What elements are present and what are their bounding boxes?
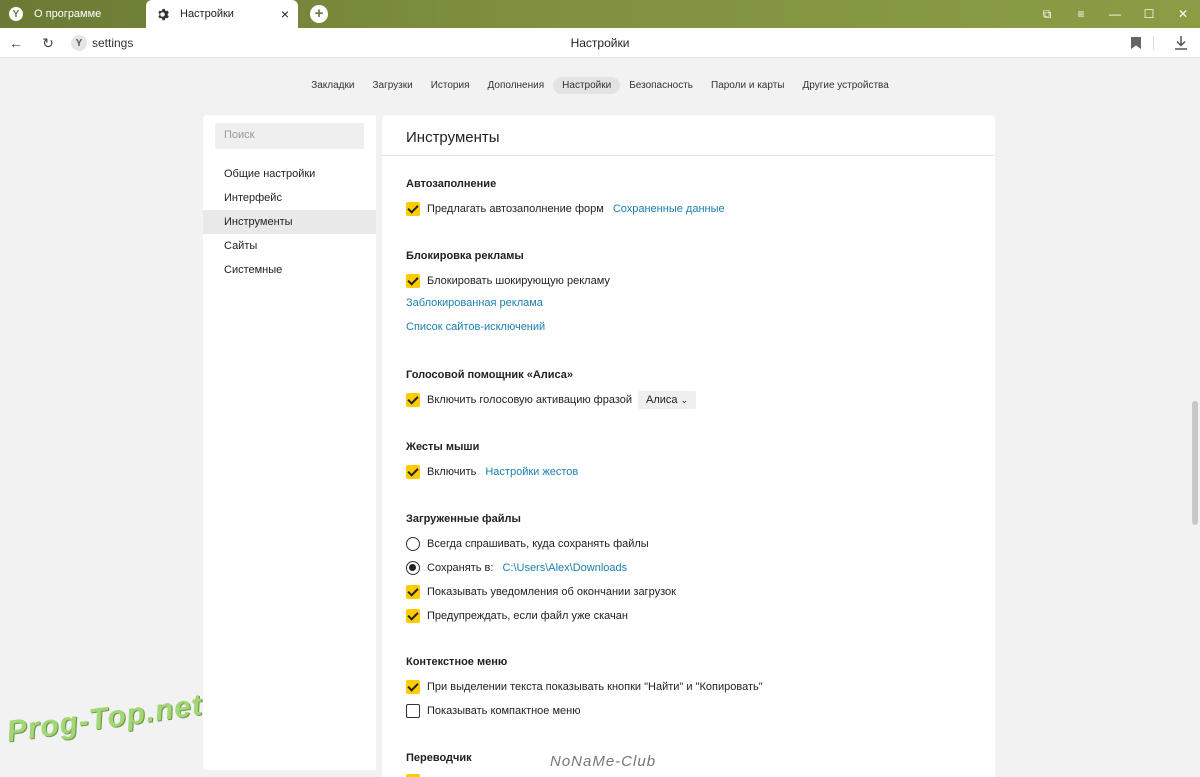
alice-option[interactable]: Включить голосовую активацию фразой Алис… — [406, 391, 697, 409]
divider — [382, 155, 995, 156]
notify-checkbox[interactable] — [406, 585, 420, 599]
save-to-radio[interactable] — [406, 561, 420, 575]
settings-main-panel: Инструменты Автозаполнение Предлагать ав… — [382, 115, 995, 777]
exceptions-list-link[interactable]: Список сайтов-исключений — [406, 321, 545, 333]
nav-downloads[interactable]: Загрузки — [363, 77, 421, 94]
alice-label: Включить голосовую активацию фразой — [427, 394, 633, 406]
minimize-button[interactable]: — — [1098, 0, 1132, 28]
watermark-center: NoNaMe-Club — [550, 753, 657, 770]
compact-menu-label: Показывать компактное меню — [427, 705, 581, 717]
divider — [1145, 34, 1163, 52]
autofill-option[interactable]: Предлагать автозаполнение форм Сохраненн… — [406, 201, 725, 217]
tab-settings[interactable]: Настройки × — [146, 0, 298, 28]
settings-top-nav: Закладки Загрузки История Дополнения Нас… — [0, 77, 1200, 94]
gesture-settings-link[interactable]: Настройки жестов — [485, 466, 578, 478]
bookmark-icon[interactable] — [1127, 34, 1145, 52]
warn-checkbox[interactable] — [406, 609, 420, 623]
context-buttons-checkbox[interactable] — [406, 680, 420, 694]
section-title-alice: Голосовой помощник «Алиса» — [406, 369, 574, 381]
gestures-option[interactable]: Включить Настройки жестов — [406, 464, 578, 480]
nav-settings[interactable]: Настройки — [553, 77, 621, 94]
compact-menu-checkbox[interactable] — [406, 704, 420, 718]
back-arrow-icon[interactable]: ← — [7, 34, 25, 52]
download-path-link[interactable]: C:\Users\Alex\Downloads — [502, 562, 627, 574]
autofill-checkbox[interactable] — [406, 202, 420, 216]
gestures-label: Включить — [427, 466, 477, 478]
site-icon: Y — [71, 35, 87, 51]
download-icon[interactable] — [1172, 34, 1190, 52]
blocked-ads-link[interactable]: Заблокированная реклама — [406, 297, 543, 309]
translator-option[interactable] — [406, 773, 427, 777]
settings-sidebar: Поиск Общие настройки Интерфейс Инструме… — [203, 115, 376, 770]
section-title-gestures: Жесты мыши — [406, 441, 480, 453]
adblock-checkbox[interactable] — [406, 274, 420, 288]
nav-bookmarks[interactable]: Закладки — [302, 77, 363, 94]
nav-extensions[interactable]: Дополнения — [479, 77, 554, 94]
page-scrollbar[interactable] — [1190, 58, 1200, 777]
sidebar-item-tools[interactable]: Инструменты — [203, 210, 376, 234]
reload-icon[interactable]: ↻ — [39, 34, 57, 52]
yandex-logo-icon: Y — [8, 6, 24, 22]
nav-passwords[interactable]: Пароли и карты — [702, 77, 793, 94]
scrollbar-thumb[interactable] — [1192, 401, 1198, 525]
saved-data-link[interactable]: Сохраненные данные — [613, 203, 725, 215]
maximize-button[interactable]: ☐ — [1132, 0, 1166, 28]
watermark-left: Prog-Top.net — [4, 688, 205, 749]
ask-location-label: Всегда спрашивать, куда сохранять файлы — [427, 538, 649, 550]
section-title-translator: Переводчик — [406, 752, 472, 764]
address-bar: ← ↻ Y settings Настройки — [0, 28, 1200, 58]
adblock-label: Блокировать шокирующую рекламу — [427, 275, 610, 287]
compact-menu-option[interactable]: Показывать компактное меню — [406, 703, 580, 719]
activation-phrase-select[interactable]: Алиса ⌄ — [638, 391, 697, 409]
context-buttons-label: При выделении текста показывать кнопки "… — [427, 681, 763, 693]
nav-other-devices[interactable]: Другие устройства — [793, 77, 897, 94]
notify-label: Показывать уведомления об окончании загр… — [427, 586, 676, 598]
tab-label: О программе — [34, 8, 102, 20]
autofill-label: Предлагать автозаполнение форм — [427, 203, 604, 215]
section-page-title: Инструменты — [406, 129, 500, 146]
gear-icon — [154, 6, 170, 22]
tab-label: Настройки — [180, 8, 234, 20]
warn-label: Предупреждать, если файл уже скачан — [427, 610, 628, 622]
sidebar-item-interface[interactable]: Интерфейс — [203, 186, 376, 210]
downloads-ask-option[interactable]: Всегда спрашивать, куда сохранять файлы — [406, 536, 649, 552]
search-input[interactable]: Поиск — [215, 123, 364, 149]
menu-icon[interactable]: ≡ — [1064, 0, 1098, 28]
new-tab-button[interactable]: + — [310, 5, 328, 23]
downloads-save-option[interactable]: Сохранять в: C:\Users\Alex\Downloads — [406, 560, 627, 576]
adblock-option[interactable]: Блокировать шокирующую рекламу — [406, 273, 610, 289]
downloads-warn-option[interactable]: Предупреждать, если файл уже скачан — [406, 608, 628, 624]
chevron-down-icon: ⌄ — [680, 395, 689, 405]
section-title-downloads: Загруженные файлы — [406, 513, 521, 525]
alice-checkbox[interactable] — [406, 393, 420, 407]
close-window-button[interactable]: ✕ — [1166, 0, 1200, 28]
gestures-checkbox[interactable] — [406, 465, 420, 479]
section-title-context-menu: Контекстное меню — [406, 656, 508, 668]
downloads-notify-option[interactable]: Показывать уведомления об окончании загр… — [406, 584, 676, 600]
save-to-label: Сохранять в: — [427, 562, 494, 574]
close-tab-icon[interactable]: × — [276, 6, 294, 22]
nav-security[interactable]: Безопасность — [620, 77, 702, 94]
nav-history[interactable]: История — [422, 77, 479, 94]
page-title: Настройки — [570, 36, 630, 50]
sidebar-item-general[interactable]: Общие настройки — [203, 162, 376, 186]
sidebar-item-system[interactable]: Системные — [203, 258, 376, 282]
collections-icon[interactable]: ⧉ — [1030, 0, 1064, 28]
context-buttons-option[interactable]: При выделении текста показывать кнопки "… — [406, 679, 763, 695]
section-title-adblock: Блокировка рекламы — [406, 250, 524, 262]
url-input[interactable]: settings — [92, 36, 133, 50]
window-controls: ⧉ ≡ — ☐ ✕ — [1030, 0, 1200, 28]
sidebar-item-sites[interactable]: Сайты — [203, 234, 376, 258]
tab-strip: Y О программе Настройки × + ⧉ ≡ — ☐ ✕ — [0, 0, 1200, 28]
tab-about[interactable]: Y О программе — [0, 0, 146, 28]
ask-location-radio[interactable] — [406, 537, 420, 551]
section-title-autofill: Автозаполнение — [406, 178, 497, 190]
